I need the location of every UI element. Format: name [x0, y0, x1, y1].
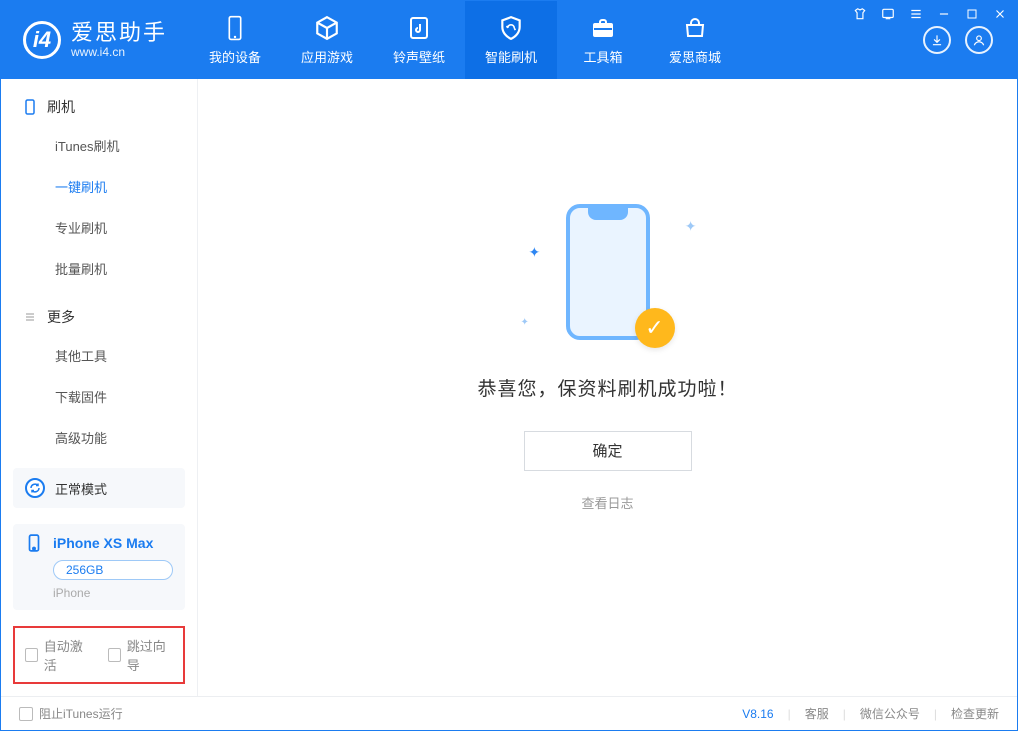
sidebar-item-other-tools[interactable]: 其他工具 — [1, 335, 197, 376]
sparkle-icon: ✦ — [685, 218, 697, 235]
sidebar-item-pro-flash[interactable]: 专业刷机 — [1, 207, 197, 248]
stop-itunes-label: 阻止iTunes运行 — [39, 705, 123, 722]
device-icon — [222, 15, 248, 41]
cube-icon — [314, 15, 340, 41]
nav-ringtone-wallpaper[interactable]: 铃声壁纸 — [373, 1, 465, 79]
menu-icon[interactable] — [907, 5, 925, 23]
app-name: 爱思助手 — [71, 21, 167, 45]
ok-button[interactable]: 确定 — [524, 431, 692, 471]
device-phone-icon — [25, 534, 43, 552]
list-icon — [23, 310, 37, 324]
music-file-icon — [406, 15, 432, 41]
auto-activate-label: 自动激活 — [44, 636, 90, 674]
nav-toolbox[interactable]: 工具箱 — [557, 1, 649, 79]
auto-activate-checkbox[interactable]: 自动激活 — [25, 636, 90, 674]
sparkle-icon: ✦ — [529, 244, 541, 261]
group-title: 更多 — [47, 307, 75, 327]
mode-label: 正常模式 — [55, 479, 107, 498]
skip-guide-checkbox[interactable]: 跳过向导 — [108, 636, 173, 674]
app-domain: www.i4.cn — [71, 46, 167, 59]
footer-link-update[interactable]: 检查更新 — [951, 705, 999, 722]
sidebar-item-download-firmware[interactable]: 下载固件 — [1, 376, 197, 417]
version-label: V8.16 — [742, 707, 773, 721]
nav-label: 智能刷机 — [485, 47, 537, 66]
mode-icon — [25, 478, 45, 498]
close-button[interactable] — [991, 5, 1009, 23]
mode-box[interactable]: 正常模式 — [13, 468, 185, 508]
footer-link-wechat[interactable]: 微信公众号 — [860, 705, 920, 722]
sidebar-item-itunes-flash[interactable]: iTunes刷机 — [1, 125, 197, 166]
nav-smart-flash[interactable]: 智能刷机 — [465, 1, 557, 79]
top-nav: 我的设备 应用游戏 铃声壁纸 智能刷机 工具箱 爱思商城 — [189, 1, 741, 79]
nav-my-device[interactable]: 我的设备 — [189, 1, 281, 79]
group-title: 刷机 — [47, 97, 75, 117]
download-button[interactable] — [923, 26, 951, 54]
app-window: i4 爱思助手 www.i4.cn 我的设备 应用游戏 铃声壁纸 智能刷机 — [0, 0, 1018, 731]
shirt-icon[interactable] — [851, 5, 869, 23]
device-capacity-badge: 256GB — [53, 560, 173, 580]
view-log-link[interactable]: 查看日志 — [581, 493, 633, 512]
device-type: iPhone — [53, 586, 173, 600]
footer-link-support[interactable]: 客服 — [805, 705, 829, 722]
store-icon — [682, 15, 708, 41]
main-content: ✓ ✦ ✦ ✦ 恭喜您，保资料刷机成功啦！ 确定 查看日志 — [198, 79, 1017, 696]
sidebar-group-flash: 刷机 — [1, 79, 197, 125]
success-illustration: ✓ ✦ ✦ ✦ — [523, 204, 693, 344]
maximize-button[interactable] — [963, 5, 981, 23]
nav-label: 工具箱 — [584, 47, 623, 66]
nav-label: 爱思商城 — [669, 47, 721, 66]
nav-apps-games[interactable]: 应用游戏 — [281, 1, 373, 79]
footer: 阻止iTunes运行 V8.16 | 客服 | 微信公众号 | 检查更新 — [1, 696, 1017, 730]
phone-outline-icon — [23, 100, 37, 114]
feedback-icon[interactable] — [879, 5, 897, 23]
refresh-shield-icon — [498, 15, 524, 41]
nav-store[interactable]: 爱思商城 — [649, 1, 741, 79]
nav-label: 铃声壁纸 — [393, 47, 445, 66]
checkbox-icon — [19, 707, 33, 721]
titlebar-controls — [851, 5, 1009, 23]
app-logo: i4 爱思助手 www.i4.cn — [1, 1, 189, 79]
sidebar-group-more: 更多 — [1, 289, 197, 335]
sidebar-item-advanced[interactable]: 高级功能 — [1, 417, 197, 458]
minimize-button[interactable] — [935, 5, 953, 23]
success-message: 恭喜您，保资料刷机成功啦！ — [477, 374, 737, 401]
sparkle-icon: ✦ — [521, 317, 529, 328]
checkbox-icon — [108, 648, 121, 662]
device-box[interactable]: iPhone XS Max 256GB iPhone — [13, 524, 185, 610]
stop-itunes-checkbox[interactable]: 阻止iTunes运行 — [19, 705, 123, 722]
body: 刷机 iTunes刷机 一键刷机 专业刷机 批量刷机 更多 其他工具 下载固件 … — [1, 79, 1017, 696]
logo-icon: i4 — [23, 21, 61, 59]
nav-label: 我的设备 — [209, 47, 261, 66]
skip-guide-label: 跳过向导 — [127, 636, 173, 674]
device-name-text: iPhone XS Max — [53, 535, 153, 551]
check-badge-icon: ✓ — [635, 308, 675, 348]
toolbox-icon — [590, 15, 616, 41]
checkbox-icon — [25, 648, 38, 662]
sidebar: 刷机 iTunes刷机 一键刷机 专业刷机 批量刷机 更多 其他工具 下载固件 … — [1, 79, 198, 696]
sidebar-item-onekey-flash[interactable]: 一键刷机 — [1, 166, 197, 207]
nav-label: 应用游戏 — [301, 47, 353, 66]
sidebar-item-batch-flash[interactable]: 批量刷机 — [1, 248, 197, 289]
bottom-options-strip: 自动激活 跳过向导 — [13, 626, 185, 684]
account-button[interactable] — [965, 26, 993, 54]
